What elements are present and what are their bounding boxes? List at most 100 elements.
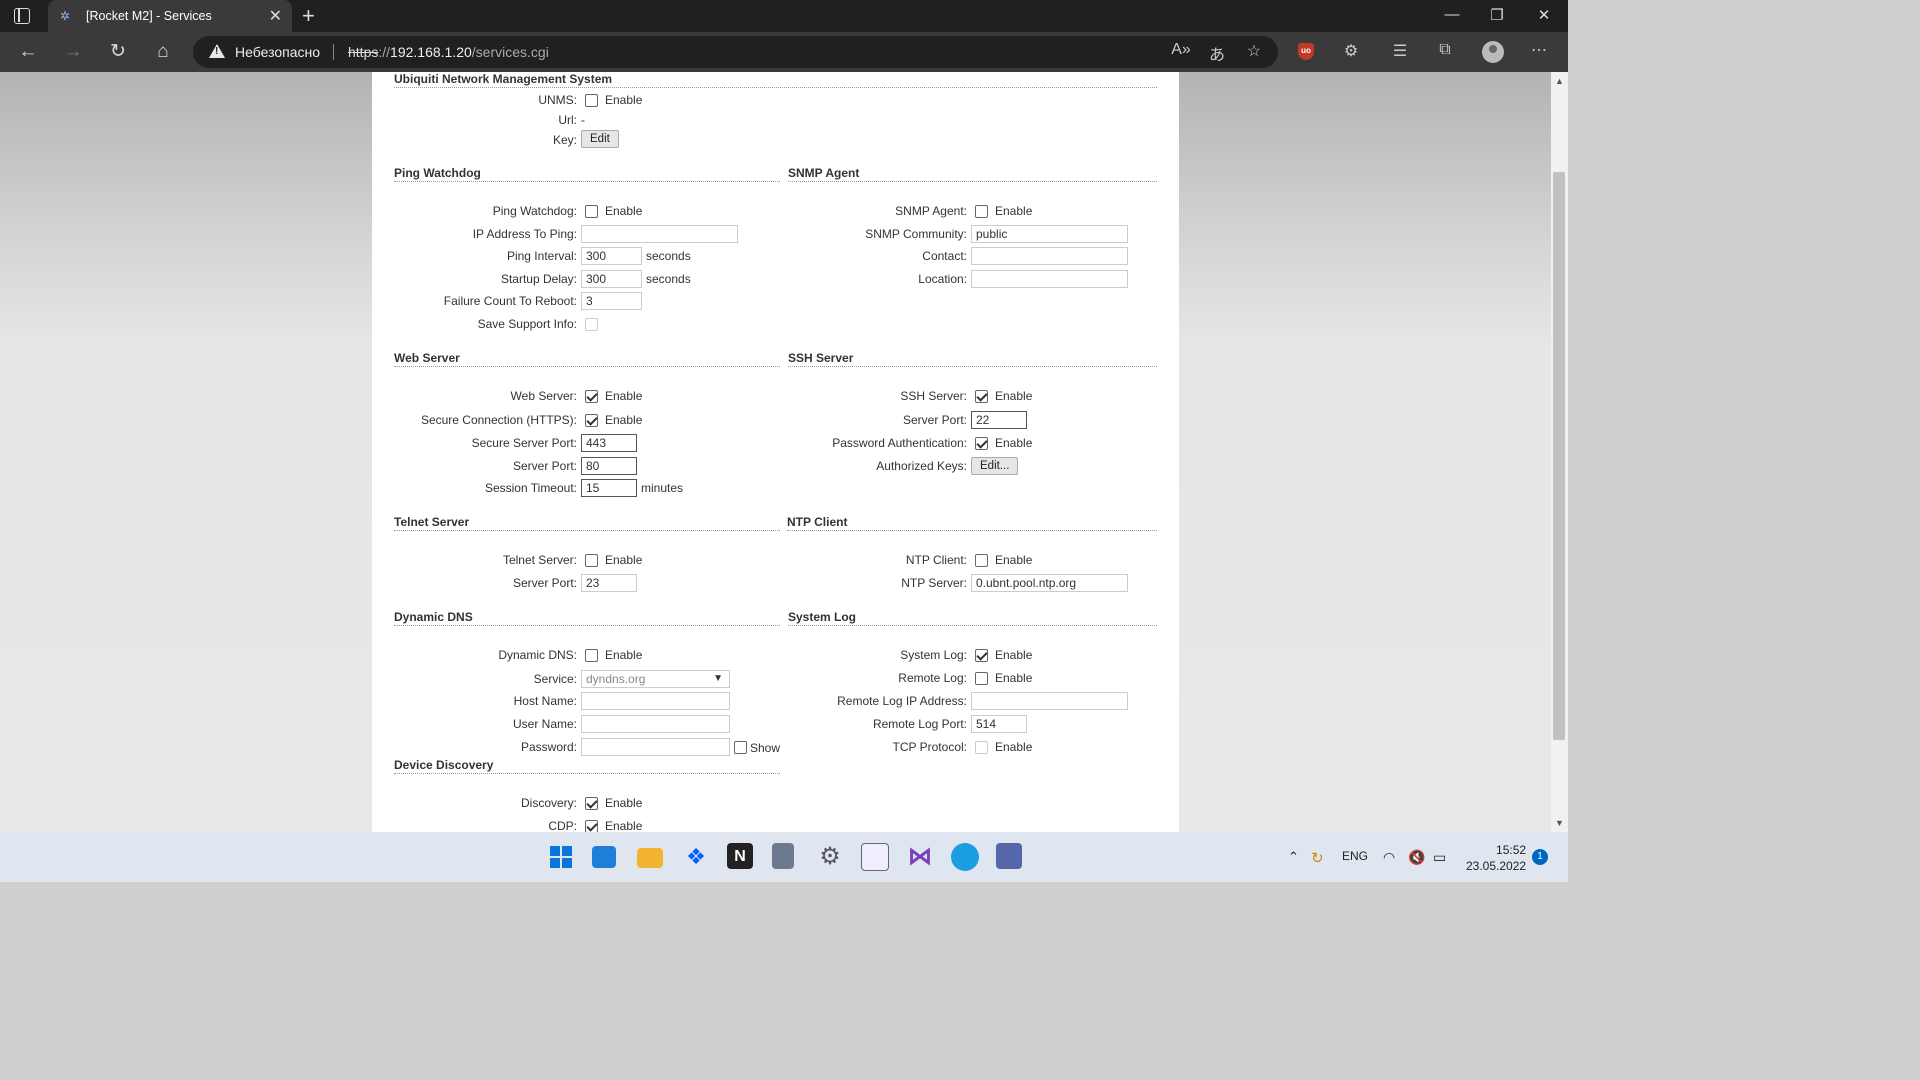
- ublock-icon[interactable]: uo: [1298, 43, 1314, 60]
- unms-section-title: Ubiquiti Network Management System: [394, 72, 1157, 88]
- close-tab-icon[interactable]: ✕: [269, 6, 282, 26]
- language-indicator[interactable]: ENG: [1342, 849, 1368, 863]
- notification-badge[interactable]: 1: [1532, 849, 1548, 865]
- snmp-agent-checkbox[interactable]: [975, 205, 988, 218]
- https-checkbox[interactable]: [585, 414, 598, 427]
- monitor-icon[interactable]: [861, 843, 889, 871]
- remote-log-checkbox[interactable]: [975, 672, 988, 685]
- ntp-section-title: NTP Client: [787, 515, 1157, 531]
- ping-interval-input[interactable]: [581, 247, 642, 265]
- tool-icon[interactable]: [996, 843, 1022, 869]
- snmp-agent-label: SNMP Agent:: [895, 204, 967, 218]
- vertical-scrollbar[interactable]: ▲ ▼: [1551, 72, 1568, 832]
- ssh-port-input[interactable]: [971, 411, 1027, 429]
- ddns-user-label: User Name:: [512, 717, 577, 731]
- web-server-checkbox[interactable]: [585, 390, 598, 403]
- back-icon[interactable]: ←: [16, 41, 40, 63]
- start-icon[interactable]: [547, 843, 575, 871]
- volume-muted-icon[interactable]: 🔇: [1408, 849, 1425, 866]
- chevron-up-icon[interactable]: ⌃: [1288, 849, 1299, 865]
- favorites-icon[interactable]: ☰: [1389, 41, 1411, 61]
- ddns-checkbox[interactable]: [585, 649, 598, 662]
- tcp-protocol-label: TCP Protocol:: [892, 740, 967, 754]
- taskbar-clock[interactable]: 15:52 23.05.2022: [1466, 842, 1526, 874]
- ssh-server-checkbox[interactable]: [975, 390, 988, 403]
- ntp-client-checkbox[interactable]: [975, 554, 988, 567]
- ddns-service-select[interactable]: dyndns.org ▼: [581, 670, 730, 688]
- snmp-community-input[interactable]: [971, 225, 1128, 243]
- dropbox-icon[interactable]: ❖: [682, 843, 710, 871]
- ping-ip-input[interactable]: [581, 225, 738, 243]
- save-support-info-checkbox[interactable]: [585, 318, 598, 331]
- ddns-password-input[interactable]: [581, 738, 730, 756]
- url-text[interactable]: https://192.168.1.20/services.cgi: [348, 44, 549, 60]
- new-tab-button[interactable]: +: [302, 3, 315, 29]
- remote-log-port-input[interactable]: [971, 715, 1027, 733]
- sync-icon[interactable]: ↻: [1311, 849, 1324, 867]
- snmp-contact-input[interactable]: [971, 247, 1128, 265]
- password-auth-checkbox[interactable]: [975, 437, 988, 450]
- web-server-label: Web Server:: [510, 389, 577, 403]
- tcp-protocol-checkbox[interactable]: [975, 741, 988, 754]
- translate-icon[interactable]: あ: [1206, 41, 1228, 65]
- telnet-server-checkbox[interactable]: [585, 554, 598, 567]
- remote-log-ip-label: Remote Log IP Address:: [837, 694, 967, 708]
- system-log-checkbox[interactable]: [975, 649, 988, 662]
- scroll-up-icon[interactable]: ▲: [1555, 76, 1564, 86]
- https-enable-label: Enable: [605, 413, 643, 427]
- address-bar[interactable]: Небезопасно https://192.168.1.20/service…: [193, 36, 1278, 68]
- session-timeout-input[interactable]: [581, 479, 637, 497]
- save-support-info-label: Save Support Info:: [477, 317, 577, 331]
- ddns-host-input[interactable]: [581, 692, 730, 710]
- warning-icon[interactable]: [209, 44, 225, 58]
- file-explorer-icon[interactable]: [637, 848, 663, 868]
- snmp-location-input[interactable]: [971, 270, 1128, 288]
- minimize-icon[interactable]: —: [1432, 6, 1472, 23]
- unms-key-edit-button[interactable]: Edit: [581, 130, 619, 148]
- workspaces-icon[interactable]: [14, 8, 30, 24]
- insecure-label[interactable]: Небезопасно: [235, 44, 320, 60]
- restore-icon[interactable]: ❐: [1477, 6, 1517, 24]
- browser-tab[interactable]: ✲ [Rocket M2] - Services ✕: [48, 0, 292, 32]
- remote-log-ip-input[interactable]: [971, 692, 1128, 710]
- notion-icon[interactable]: N: [727, 843, 753, 869]
- calculator-icon[interactable]: [772, 843, 794, 869]
- authorized-keys-edit-button[interactable]: Edit...: [971, 457, 1019, 475]
- ntp-server-input[interactable]: [971, 574, 1128, 592]
- settings-icon[interactable]: ⚙: [816, 843, 844, 871]
- battery-icon[interactable]: ▭: [1433, 849, 1446, 866]
- extensions-icon[interactable]: ⚙: [1340, 41, 1362, 61]
- services-form: Ubiquiti Network Management System UNMS:…: [372, 72, 1179, 833]
- ddns-user-input[interactable]: [581, 715, 730, 733]
- wifi-icon[interactable]: ◠: [1383, 849, 1395, 866]
- discovery-checkbox[interactable]: [585, 797, 598, 810]
- profile-avatar[interactable]: [1482, 41, 1504, 63]
- edge-icon[interactable]: [951, 843, 979, 871]
- secure-port-input[interactable]: [581, 434, 637, 452]
- close-window-icon[interactable]: ✕: [1524, 6, 1564, 24]
- ping-watchdog-checkbox[interactable]: [585, 205, 598, 218]
- visual-studio-icon[interactable]: ⋈: [906, 843, 934, 871]
- read-aloud-icon[interactable]: A»: [1170, 41, 1192, 59]
- show-password-checkbox[interactable]: [734, 741, 747, 754]
- startup-delay-input[interactable]: [581, 270, 642, 288]
- url-host: 192.168.1.20: [390, 44, 472, 60]
- telnet-port-input[interactable]: [581, 574, 637, 592]
- ddns-host-label: Host Name:: [513, 694, 577, 708]
- unms-checkbox[interactable]: [585, 94, 598, 107]
- web-port-input[interactable]: [581, 457, 637, 475]
- system-log-enable-label: Enable: [995, 648, 1033, 662]
- startup-delay-label: Startup Delay:: [500, 272, 577, 286]
- web-server-enable-label: Enable: [605, 389, 643, 403]
- home-icon[interactable]: ⌂: [151, 41, 175, 63]
- desktop-icon[interactable]: [592, 846, 616, 868]
- refresh-icon[interactable]: ↻: [106, 41, 130, 63]
- collections-icon[interactable]: ⧉: [1434, 41, 1456, 59]
- add-favorite-icon[interactable]: ☆: [1243, 41, 1265, 61]
- ddns-enable-label: Enable: [605, 648, 643, 662]
- failure-count-input[interactable]: [581, 292, 642, 310]
- scrollbar-thumb[interactable]: [1553, 172, 1565, 740]
- forward-icon[interactable]: →: [61, 41, 85, 63]
- scroll-down-icon[interactable]: ▼: [1555, 818, 1564, 828]
- more-menu-icon[interactable]: ⋯: [1528, 40, 1550, 60]
